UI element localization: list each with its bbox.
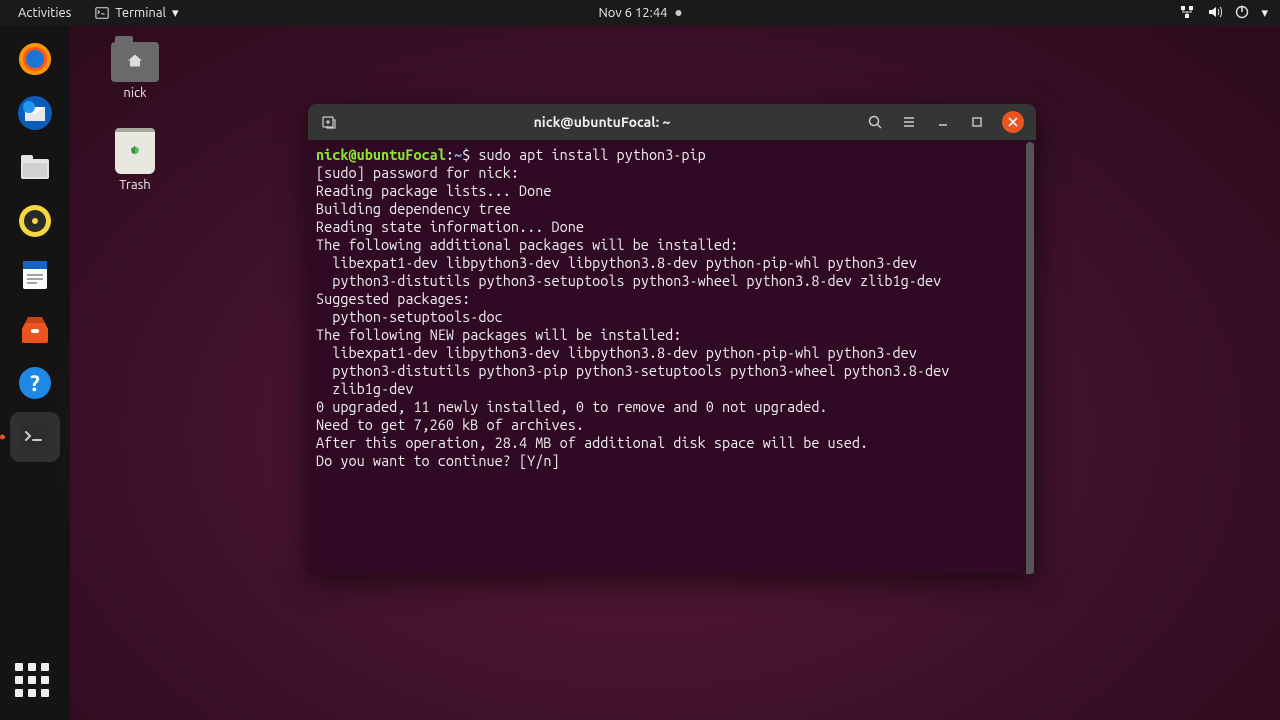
- new-tab-button[interactable]: [314, 107, 344, 137]
- dock-firefox[interactable]: [10, 34, 60, 84]
- dock-files[interactable]: [10, 142, 60, 192]
- dock: ?: [0, 26, 70, 720]
- dock-terminal[interactable]: [10, 412, 60, 462]
- top-bar: Activities Terminal ▾ Nov 6 12:44 ▾: [0, 0, 1280, 26]
- dock-thunderbird[interactable]: [10, 88, 60, 138]
- close-icon: [1008, 117, 1018, 127]
- prompt-user: nick@ubuntuFocal: [316, 146, 446, 163]
- window-title: nick@ubuntuFocal: ~: [348, 114, 856, 130]
- terminal-small-icon: [95, 6, 109, 20]
- dock-writer[interactable]: [10, 250, 60, 300]
- dock-rhythmbox[interactable]: [10, 196, 60, 246]
- terminal-output: [sudo] password for nick: Reading packag…: [316, 164, 949, 469]
- minimize-button[interactable]: [928, 107, 958, 137]
- desktop-home-label: nick: [100, 86, 170, 100]
- scrollbar[interactable]: [1026, 142, 1034, 574]
- terminal-window: nick@ubuntuFocal: ~ nick@ubuntuFocal:~$ …: [308, 104, 1036, 574]
- search-button[interactable]: [860, 107, 890, 137]
- terminal-titlebar[interactable]: nick@ubuntuFocal: ~: [308, 104, 1036, 140]
- dock-help[interactable]: ?: [10, 358, 60, 408]
- activities-button[interactable]: Activities: [12, 4, 77, 22]
- desktop-home-folder[interactable]: nick: [100, 42, 170, 100]
- clock-label[interactable]: Nov 6 12:44: [598, 6, 667, 20]
- notification-dot-icon: [676, 10, 682, 16]
- chevron-down-icon[interactable]: ▾: [1261, 6, 1268, 21]
- show-applications-button[interactable]: [10, 658, 60, 708]
- hamburger-icon: [901, 114, 917, 130]
- network-icon[interactable]: [1179, 5, 1195, 22]
- trash-icon: [115, 128, 155, 174]
- maximize-button[interactable]: [962, 107, 992, 137]
- prompt-path: ~: [454, 146, 462, 163]
- menu-button[interactable]: [894, 107, 924, 137]
- folder-icon: [111, 42, 159, 82]
- app-menu-button[interactable]: Terminal ▾: [89, 4, 184, 23]
- terminal-body[interactable]: nick@ubuntuFocal:~$ sudo apt install pyt…: [308, 140, 1036, 574]
- desktop-trash[interactable]: Trash: [100, 128, 170, 192]
- command-text: sudo apt install python3-pip: [478, 146, 705, 163]
- minimize-icon: [937, 116, 949, 128]
- chevron-down-icon: ▾: [172, 6, 179, 21]
- app-menu-label: Terminal: [115, 6, 166, 20]
- dock-software[interactable]: [10, 304, 60, 354]
- desktop-trash-label: Trash: [100, 178, 170, 192]
- search-icon: [867, 114, 883, 130]
- maximize-icon: [971, 116, 983, 128]
- power-icon[interactable]: [1235, 5, 1249, 22]
- svg-text:?: ?: [30, 371, 40, 396]
- volume-icon[interactable]: [1207, 5, 1223, 22]
- close-button[interactable]: [1002, 111, 1024, 133]
